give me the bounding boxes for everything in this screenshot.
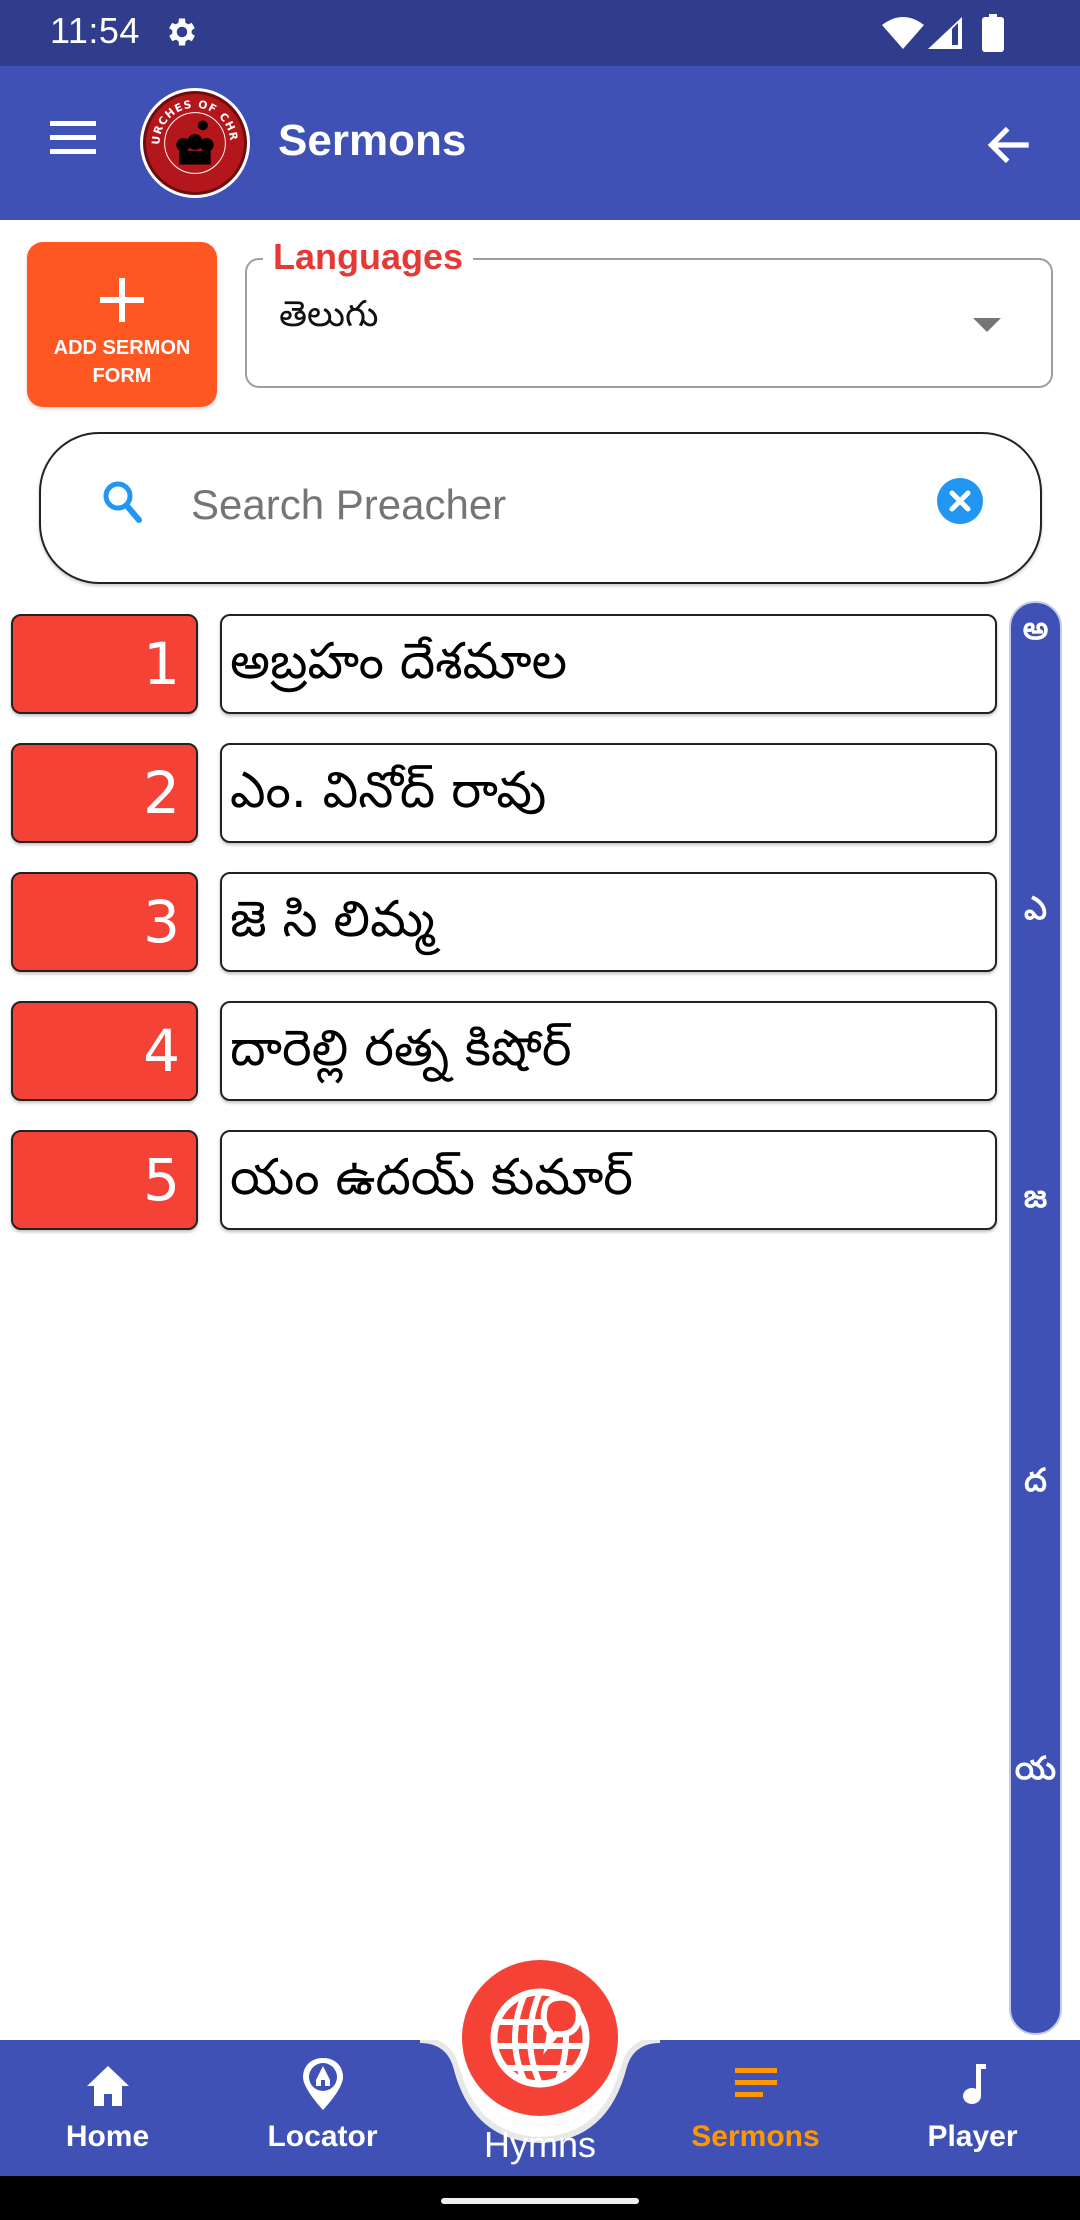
logo-emblem-icon: CHURCHES OF CHRIST: [146, 94, 239, 174]
index-letter[interactable]: జ: [1011, 1177, 1060, 1223]
status-time: 11:54: [50, 10, 140, 51]
search-icon: [103, 481, 142, 523]
sermons-lines-icon: [734, 2068, 777, 2097]
clear-search-button[interactable]: [937, 478, 983, 524]
preacher-number: 5: [11, 1130, 198, 1230]
nav-home[interactable]: Home: [20, 2040, 195, 2176]
index-letter[interactable]: య: [1011, 1749, 1060, 1795]
list-item[interactable]: 5 యం ఉదయ్ కుమార్: [0, 1130, 1000, 1232]
cellular-signal-icon: [928, 17, 962, 49]
arrow-left-icon[interactable]: [982, 117, 1038, 173]
languages-selected-value: తెలుగు: [279, 294, 379, 335]
preacher-name[interactable]: ఎం. వినోద్ రావు: [220, 743, 997, 843]
preacher-number: 3: [11, 872, 198, 972]
settings-gear-icon: [169, 18, 195, 46]
search-preacher-input[interactable]: [191, 470, 931, 540]
list-item[interactable]: 4 దారెల్లి రత్న కిషోర్: [0, 1001, 1000, 1103]
home-icon: [86, 2066, 129, 2106]
wifi-icon: [882, 17, 924, 49]
index-letter[interactable]: ద: [1011, 1461, 1060, 1507]
nav-hymns-label[interactable]: Hymns: [440, 2124, 640, 2166]
preacher-number: 1: [11, 614, 198, 714]
preacher-number: 2: [11, 743, 198, 843]
page-title: Sermons: [278, 116, 467, 165]
preacher-name[interactable]: జె సి లిమ్మ: [220, 872, 997, 972]
church-location-pin-icon: [302, 2058, 343, 2110]
nav-hymns-button[interactable]: [462, 1960, 618, 2116]
nav-sermons[interactable]: Sermons: [668, 2040, 843, 2176]
index-letter[interactable]: అ: [1011, 609, 1060, 655]
preacher-name[interactable]: అబ్రహం దేశమాల: [220, 614, 997, 714]
hamburger-menu-icon[interactable]: [44, 117, 108, 169]
preacher-name[interactable]: యం ఉదయ్ కుమార్: [220, 1130, 997, 1230]
languages-label: Languages: [263, 236, 474, 278]
list-item[interactable]: 1 అబ్రహం దేశమాల: [0, 614, 1000, 716]
add-sermon-form-button[interactable]: ADD SERMON FORM: [27, 242, 217, 407]
alphabet-index-bar[interactable]: అ ఎ జ ద య: [1009, 601, 1062, 2035]
preacher-name[interactable]: దారెల్లి రత్న కిషోర్: [220, 1001, 997, 1101]
home-gesture-handle[interactable]: [441, 2198, 639, 2204]
add-sermon-form-label: ADD SERMON FORM: [53, 337, 191, 387]
index-letter[interactable]: ఎ: [1011, 889, 1060, 935]
app-bar: CHURCHES OF CHRIST Sermons: [0, 66, 1080, 220]
close-icon: [949, 490, 971, 512]
languages-dropdown[interactable]: Languages తెలుగు: [245, 236, 1053, 388]
system-navigation-bar: [0, 2176, 1080, 2220]
globe-speech-icon: [490, 1988, 590, 2088]
list-item[interactable]: 2 ఎం. వినోద్ రావు: [0, 743, 1000, 845]
church-logo: CHURCHES OF CHRIST: [140, 88, 250, 198]
nav-locator[interactable]: Locator: [235, 2040, 410, 2176]
status-bar: 11:54: [0, 0, 1080, 66]
battery-icon: [982, 14, 1004, 52]
plus-icon: [100, 278, 144, 322]
list-item[interactable]: 3 జె సి లిమ్మ: [0, 872, 1000, 974]
music-note-icon: [962, 2064, 986, 2104]
nav-player[interactable]: Player: [885, 2040, 1060, 2176]
search-preacher-box: [39, 432, 1042, 584]
preacher-number: 4: [11, 1001, 198, 1101]
dropdown-caret-icon: [973, 318, 1001, 332]
